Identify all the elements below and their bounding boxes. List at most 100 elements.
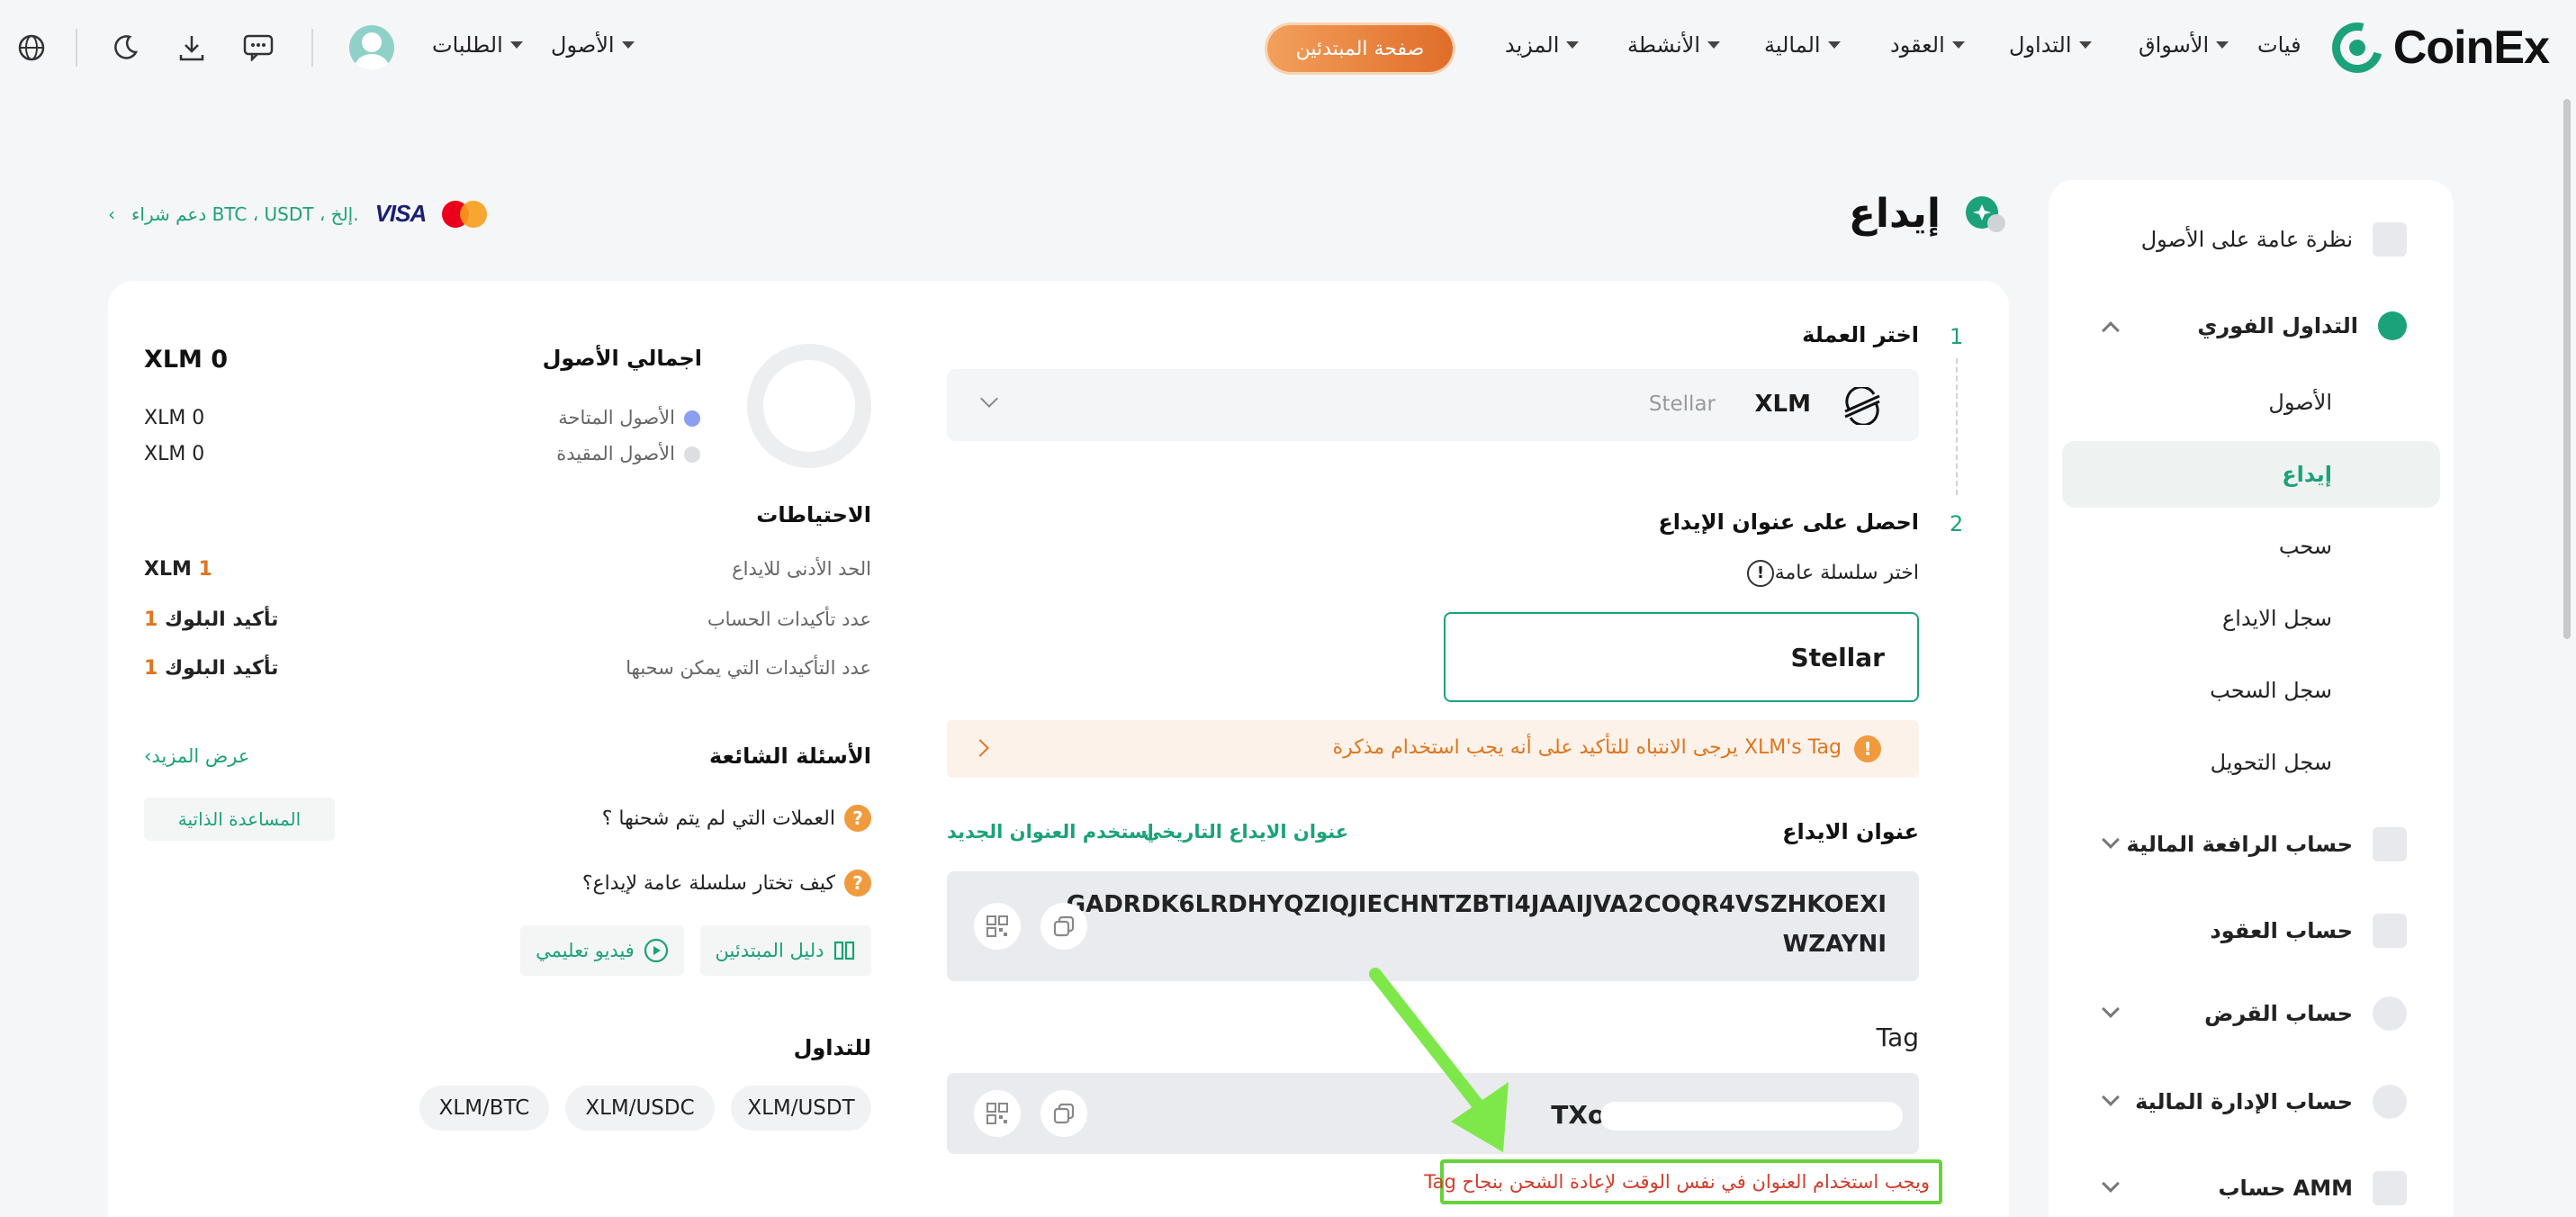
chevron-down-icon xyxy=(2102,1000,2120,1018)
chevron-down-icon xyxy=(1566,41,1580,49)
faq-item[interactable]: كيف تختار سلسلة عامة لإيداع؟? xyxy=(582,870,871,897)
withdraw-conf-num: 1 xyxy=(144,657,158,680)
sidebar-item-amm[interactable]: حساب AMM xyxy=(2049,1161,2454,1215)
coinex-logo-icon xyxy=(2322,13,2392,83)
account-confirmations-value: 1 تأكيد البلوك xyxy=(144,608,278,631)
sidebar-subitem-label: سجل الايداع xyxy=(2221,606,2332,631)
sidebar-item-margin[interactable]: حساب الرافعة المالية xyxy=(2049,817,2454,871)
download-icon[interactable] xyxy=(175,31,209,65)
nav-assets[interactable]: الأصول xyxy=(551,32,635,58)
info-icon[interactable]: ! xyxy=(1747,560,1774,587)
nav-orders[interactable]: الطلبات xyxy=(432,32,523,58)
sidebar-item-overview[interactable]: نظرة عامة على الأصول xyxy=(2049,212,2454,266)
trade-title: للتداول xyxy=(793,1035,871,1060)
sidebar-subitem-label: الأصول xyxy=(2268,390,2332,415)
user-avatar[interactable] xyxy=(349,25,394,70)
nav-markets[interactable]: الأسواق xyxy=(2139,32,2229,58)
nav-more[interactable]: المزيد xyxy=(1505,32,1580,58)
view-more-link[interactable]: ‹عرض المزيد xyxy=(144,745,249,767)
sidebar-subitem-withdraw[interactable]: سحب xyxy=(2062,513,2440,580)
tag-qr-button[interactable] xyxy=(974,1090,1021,1137)
faq-item[interactable]: العملات التي لم يتم شحنها ؟? xyxy=(602,805,871,832)
sidebar-item-spot[interactable]: التداول الفوري xyxy=(2049,299,2454,353)
historical-address-link[interactable]: عنوان الايداع التاريخي xyxy=(1143,821,1348,843)
copy-address-button[interactable] xyxy=(1040,903,1087,950)
account-confirmations-label: عدد تأكيدات الحساب xyxy=(707,608,871,630)
nav-fiat-label: فيات xyxy=(2257,32,2301,58)
min-deposit-label: الحد الأدنى للايداع xyxy=(732,558,871,580)
copy-tag-button[interactable] xyxy=(1040,1090,1087,1137)
pair-chip-xlm-btc[interactable]: XLM/BTC xyxy=(419,1086,549,1131)
toolbar-divider xyxy=(311,29,313,67)
chain-value: Stellar xyxy=(1790,643,1885,672)
assets-donut xyxy=(747,344,871,468)
address-qr-button[interactable] xyxy=(974,903,1021,950)
sidebar-item-wealth[interactable]: حساب الإدارة المالية xyxy=(2049,1075,2454,1129)
pair-chip-xlm-usdt[interactable]: XLM/USDT xyxy=(731,1086,871,1131)
nav-trade[interactable]: التداول xyxy=(2009,32,2092,58)
nav-contracts[interactable]: العقود xyxy=(1890,32,1965,58)
view-more-label: عرض المزيد xyxy=(151,745,250,767)
sidebar-subitem-withdraw-history[interactable]: سجل السحب xyxy=(2062,657,2440,724)
sidebar-subitem-transfer-history[interactable]: سجل التحويل xyxy=(2062,729,2440,796)
nav-assets-label: الأصول xyxy=(551,32,615,58)
chevron-left-icon[interactable] xyxy=(971,739,989,757)
tag-required-note: Tag ويجب استخدام العنوان في نفس الوقت لإ… xyxy=(1424,1159,1942,1204)
chevron-down-icon xyxy=(1827,41,1841,49)
faq-title: الأسئلة الشائعة xyxy=(709,744,871,769)
total-assets-value: XLM 0 xyxy=(144,346,229,374)
document-icon xyxy=(2373,914,2407,948)
min-deposit-unit: XLM xyxy=(144,558,192,581)
nav-finance[interactable]: المالية xyxy=(1764,32,1841,58)
sidebar-subitem-deposit-history[interactable]: سجل الايداع xyxy=(2062,585,2440,652)
frozen-assets-value: XLM 0 xyxy=(144,443,205,465)
tutorial-video-label: فيديو تعليمي xyxy=(536,940,635,961)
dark-mode-moon-icon[interactable] xyxy=(108,31,142,65)
warning-text: يرجى الانتباه للتأكيد على أنه يجب استخدا… xyxy=(1332,736,1842,759)
tag-label: Tag xyxy=(1876,1023,1919,1052)
chevron-down-icon xyxy=(980,390,998,408)
frozen-legend-dot xyxy=(684,446,700,463)
sidebar-item-label: نظرة عامة على الأصول xyxy=(2140,227,2353,252)
chevron-down-icon xyxy=(2078,41,2092,49)
chevron-up-icon xyxy=(2102,321,2120,339)
amm-chart-icon xyxy=(2373,1171,2407,1205)
chevron-down-icon xyxy=(1951,41,1965,49)
coinex-logo[interactable]: CoinEx xyxy=(2322,13,2550,83)
brand-name: CoinEx xyxy=(2392,22,2550,74)
deposit-address-line: WZAYNI xyxy=(1782,931,1887,958)
question-icon: ? xyxy=(844,805,871,832)
pair-chip-xlm-usdc[interactable]: XLM/USDC xyxy=(565,1086,715,1131)
chat-icon[interactable] xyxy=(241,31,275,65)
globe-icon[interactable] xyxy=(14,31,49,65)
copy-icon xyxy=(1053,915,1075,937)
buy-crypto-breadcrumb[interactable]: ‹ دعم شراء BTC ، USDT ، إلخ. VISA xyxy=(108,200,488,228)
nav-activities[interactable]: الأنشطة xyxy=(1627,32,1720,58)
total-assets-label: اجمالي الأصول xyxy=(542,346,702,371)
sidebar-subitem-label: إيداع xyxy=(2282,462,2332,487)
page-scrollbar[interactable] xyxy=(2563,99,2571,639)
tutorial-video-button[interactable]: فيديو تعليمي xyxy=(520,925,684,976)
sidebar-item-loan[interactable]: حساب القرض xyxy=(2049,987,2454,1041)
new-address-link[interactable]: استخدم العنوان الجديد xyxy=(947,821,1154,843)
coin-selector[interactable]: XLM Stellar xyxy=(947,369,1919,441)
chain-option-stellar[interactable]: Stellar xyxy=(1444,612,1919,702)
reserves-title: الاحتياطات xyxy=(756,502,871,527)
pair-chip-label: XLM/BTC xyxy=(438,1096,530,1120)
beginner-guide-button[interactable]: دليل المبتدئين xyxy=(700,925,871,976)
chevron-down-icon xyxy=(509,41,523,49)
tag-warning-banner: ! يرجى الانتباه للتأكيد على أنه يجب استخ… xyxy=(947,720,1919,778)
self-help-button[interactable]: المساعدة الذاتية xyxy=(144,798,335,841)
sidebar-subitem-assets[interactable]: الأصول xyxy=(2062,369,2440,436)
nav-fiat[interactable]: فيات xyxy=(2257,32,2301,58)
chevron-down-icon xyxy=(2102,1088,2120,1106)
step1-title: اختر العملة xyxy=(1802,322,1919,347)
coin-symbol: XLM xyxy=(1754,391,1812,418)
visa-logo: VISA xyxy=(374,200,428,227)
pair-chip-label: XLM/USDC xyxy=(585,1096,695,1120)
sidebar-subitem-deposit[interactable]: إيداع xyxy=(2062,441,2440,508)
toolbar-divider xyxy=(76,29,77,67)
beginner-page-button[interactable]: صفحة المبتدئين xyxy=(1267,25,1453,72)
sidebar-item-label: التداول الفوري xyxy=(2197,313,2358,338)
sidebar-item-futures[interactable]: حساب العقود xyxy=(2049,904,2454,958)
